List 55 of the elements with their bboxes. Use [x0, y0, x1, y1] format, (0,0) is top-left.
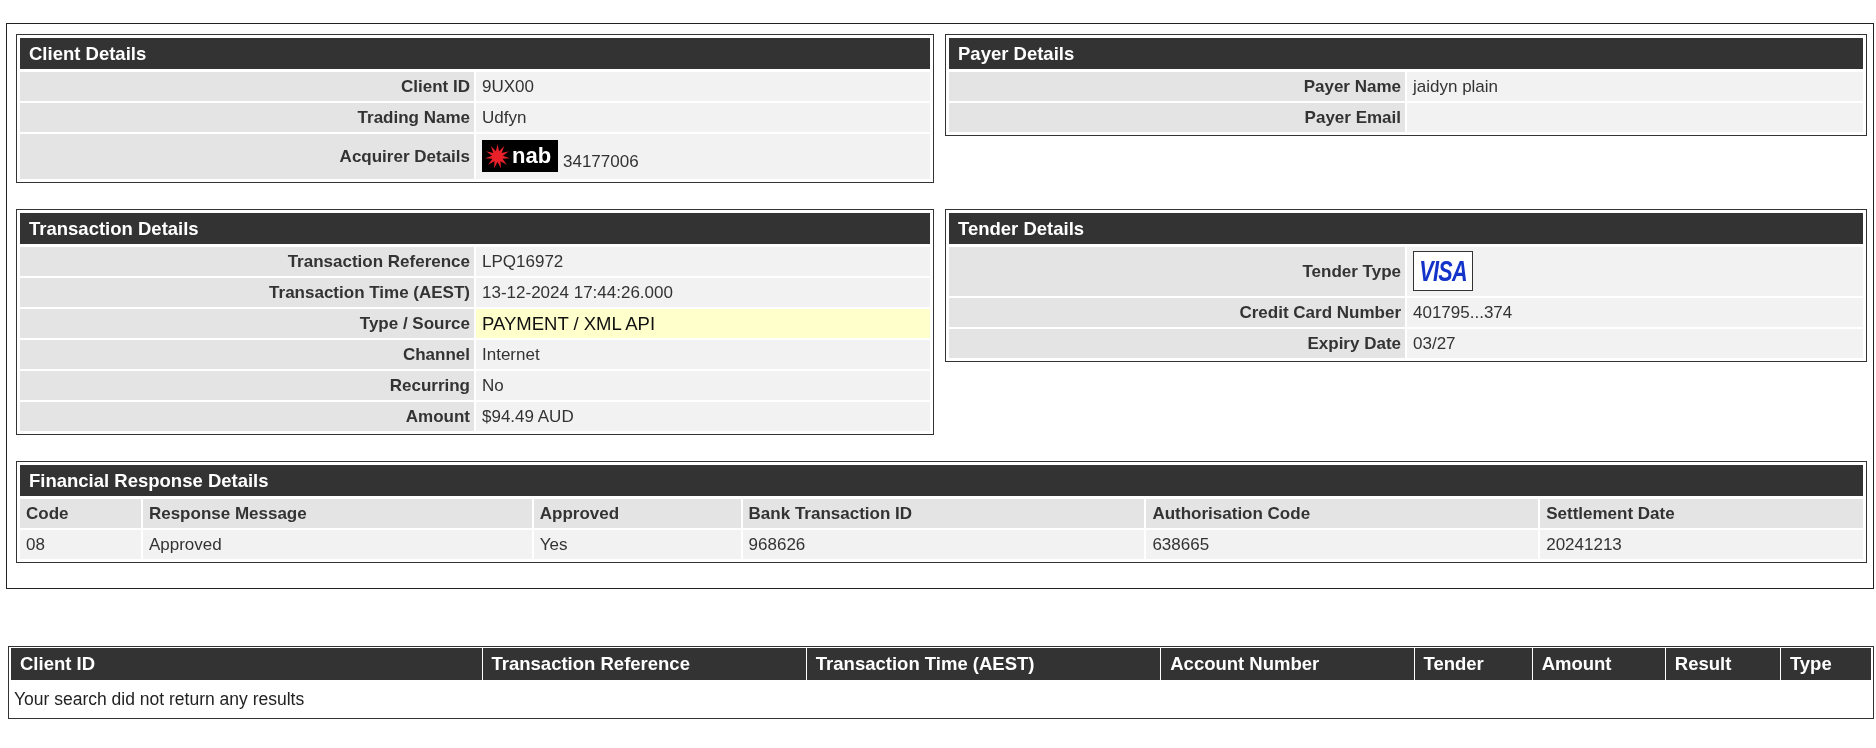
- field-value: No: [476, 371, 930, 400]
- column-header: Settlement Date: [1540, 499, 1863, 528]
- field-value: LPQ16972: [476, 247, 930, 276]
- field-label: Type / Source: [20, 309, 474, 338]
- column-header: Amount: [1532, 648, 1665, 680]
- field-label: Recurring: [20, 371, 474, 400]
- field-value: 401795...374: [1407, 298, 1863, 327]
- table-cell: Approved: [142, 530, 532, 559]
- logo-wordmark: nab: [512, 145, 552, 167]
- column-header: Response Message: [142, 499, 532, 528]
- panel-header: Client Details: [20, 38, 930, 69]
- column-header: Authorisation Code: [1146, 499, 1539, 528]
- panel-header: Tender Details: [949, 213, 1863, 244]
- field-label: Expiry Date: [949, 329, 1405, 358]
- table-cell: 638665: [1146, 530, 1539, 559]
- field-label: Transaction Time (AEST): [20, 278, 474, 307]
- column-header: Approved: [533, 499, 741, 528]
- field-label: Credit Card Number: [949, 298, 1405, 327]
- field-label: Channel: [20, 340, 474, 369]
- table-cell: 968626: [742, 530, 1145, 559]
- card-logo: VISA: [1413, 251, 1473, 291]
- column-header: Tender: [1414, 648, 1532, 680]
- field-label: Acquirer Details: [20, 134, 474, 179]
- column-header: Account Number: [1161, 648, 1414, 680]
- column-header: Result: [1665, 648, 1780, 680]
- panel-header: Transaction Details: [20, 213, 930, 244]
- star-icon: [485, 143, 510, 169]
- field-value: 03/27: [1407, 329, 1863, 358]
- panel-header: Financial Response Details: [20, 465, 1863, 496]
- field-label: Amount: [20, 402, 474, 431]
- panel-header: Payer Details: [949, 38, 1863, 69]
- field-value: Internet: [476, 340, 930, 369]
- table-cell: 08: [20, 530, 141, 559]
- field-value: jaidyn plain: [1407, 72, 1863, 101]
- field-value: Udfyn: [476, 103, 930, 132]
- column-header: Bank Transaction ID: [742, 499, 1145, 528]
- field-label: Tender Type: [949, 247, 1405, 296]
- field-label: Trading Name: [20, 103, 474, 132]
- field-label: Payer Email: [949, 103, 1405, 132]
- table-cell: 20241213: [1540, 530, 1863, 559]
- field-value: 34177006: [563, 153, 639, 172]
- column-header: Code: [20, 499, 141, 528]
- column-header: Type: [1780, 648, 1871, 680]
- field-label: Payer Name: [949, 72, 1405, 101]
- table-cell: Yes: [533, 530, 741, 559]
- column-header: Client ID: [11, 648, 482, 680]
- field-label: Client ID: [20, 72, 474, 101]
- field-value: PAYMENT / XML API: [476, 309, 930, 338]
- empty-results-message: Your search did not return any results: [14, 688, 305, 710]
- field-value: $94.49 AUD: [476, 402, 930, 431]
- field-value: 13-12-2024 17:44:26.000: [476, 278, 930, 307]
- column-header: Transaction Time (AEST): [806, 648, 1161, 680]
- field-value: 9UX00: [476, 72, 930, 101]
- column-header: Transaction Reference: [482, 648, 806, 680]
- field-label: Transaction Reference: [20, 247, 474, 276]
